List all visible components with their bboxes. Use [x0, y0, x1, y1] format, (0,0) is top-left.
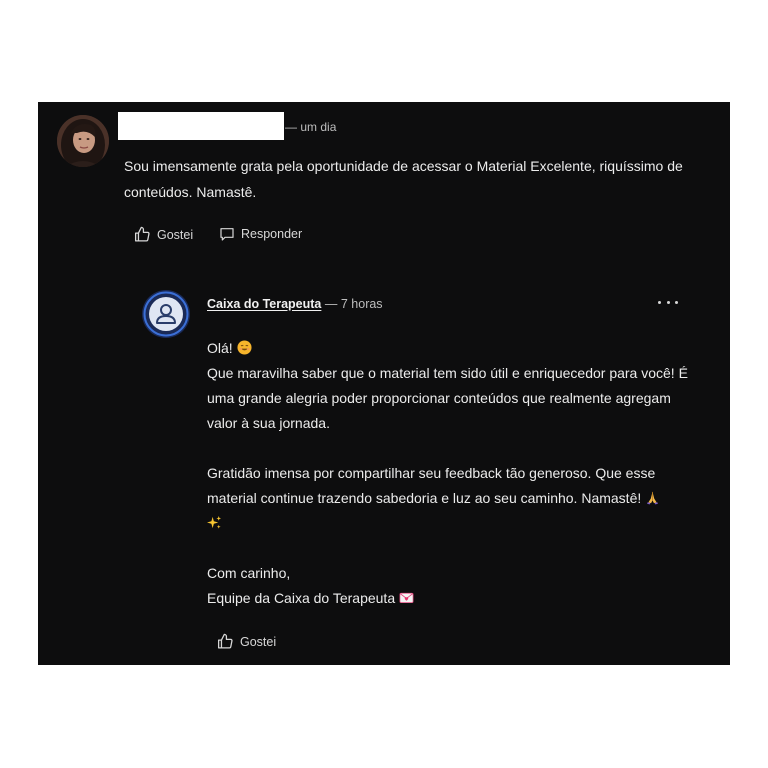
sparkles-icon	[207, 515, 222, 529]
user-silhouette-icon	[142, 290, 190, 338]
brand-avatar[interactable]	[141, 289, 191, 339]
reply-paragraph-1: Que maravilha saber que o material tem s…	[207, 365, 688, 431]
reply-paragraph-2: Gratidão imensa por compartilhar seu fee…	[207, 465, 656, 506]
reply-signature: Equipe da Caixa do Terapeuta	[207, 590, 396, 606]
reply-button[interactable]: Responder	[219, 226, 302, 242]
love-letter-icon	[399, 592, 414, 604]
user-avatar-photo	[57, 115, 109, 167]
comment-timestamp: — um dia	[285, 120, 337, 134]
reply-like-label: Gostei	[240, 634, 277, 649]
folded-hands-icon	[647, 491, 659, 505]
reply-greeting: Olá!	[207, 340, 233, 356]
thumbs-up-icon	[134, 226, 150, 242]
reply-time: 7 horas	[340, 297, 383, 311]
like-label: Gostei	[157, 227, 194, 242]
comment-time-text: um dia	[300, 120, 337, 134]
reply-signature-line: Equipe da Caixa do Terapeuta	[207, 586, 697, 611]
reply-paragraph-2-line: Gratidão imensa por compartilhar seu fee…	[207, 461, 697, 536]
thumbs-up-icon	[217, 633, 233, 649]
smiling-face-icon	[237, 340, 252, 355]
comments-panel: — um dia Sou imensamente grata pela opor…	[38, 102, 730, 665]
speech-bubble-icon	[220, 228, 234, 241]
reply-dash: —	[324, 297, 338, 311]
reply-label: Responder	[241, 227, 303, 241]
more-options-icon[interactable]	[658, 295, 678, 309]
reply-header: Caixa do Terapeuta — 7 horas	[207, 297, 383, 311]
reply-body: Olá! Que maravilha saber que o material …	[207, 336, 697, 611]
reply-author-link[interactable]: Caixa do Terapeuta	[207, 297, 321, 311]
reply-like-button[interactable]: Gostei	[216, 633, 276, 650]
user-avatar[interactable]	[57, 115, 109, 167]
reply-greeting-line: Olá!	[207, 336, 697, 361]
comment-text: Sou imensamente grata pela oportunidade …	[124, 158, 683, 200]
like-button[interactable]: Gostei	[133, 226, 193, 243]
reply-signoff: Com carinho,	[207, 565, 291, 581]
redacted-username	[118, 112, 284, 140]
